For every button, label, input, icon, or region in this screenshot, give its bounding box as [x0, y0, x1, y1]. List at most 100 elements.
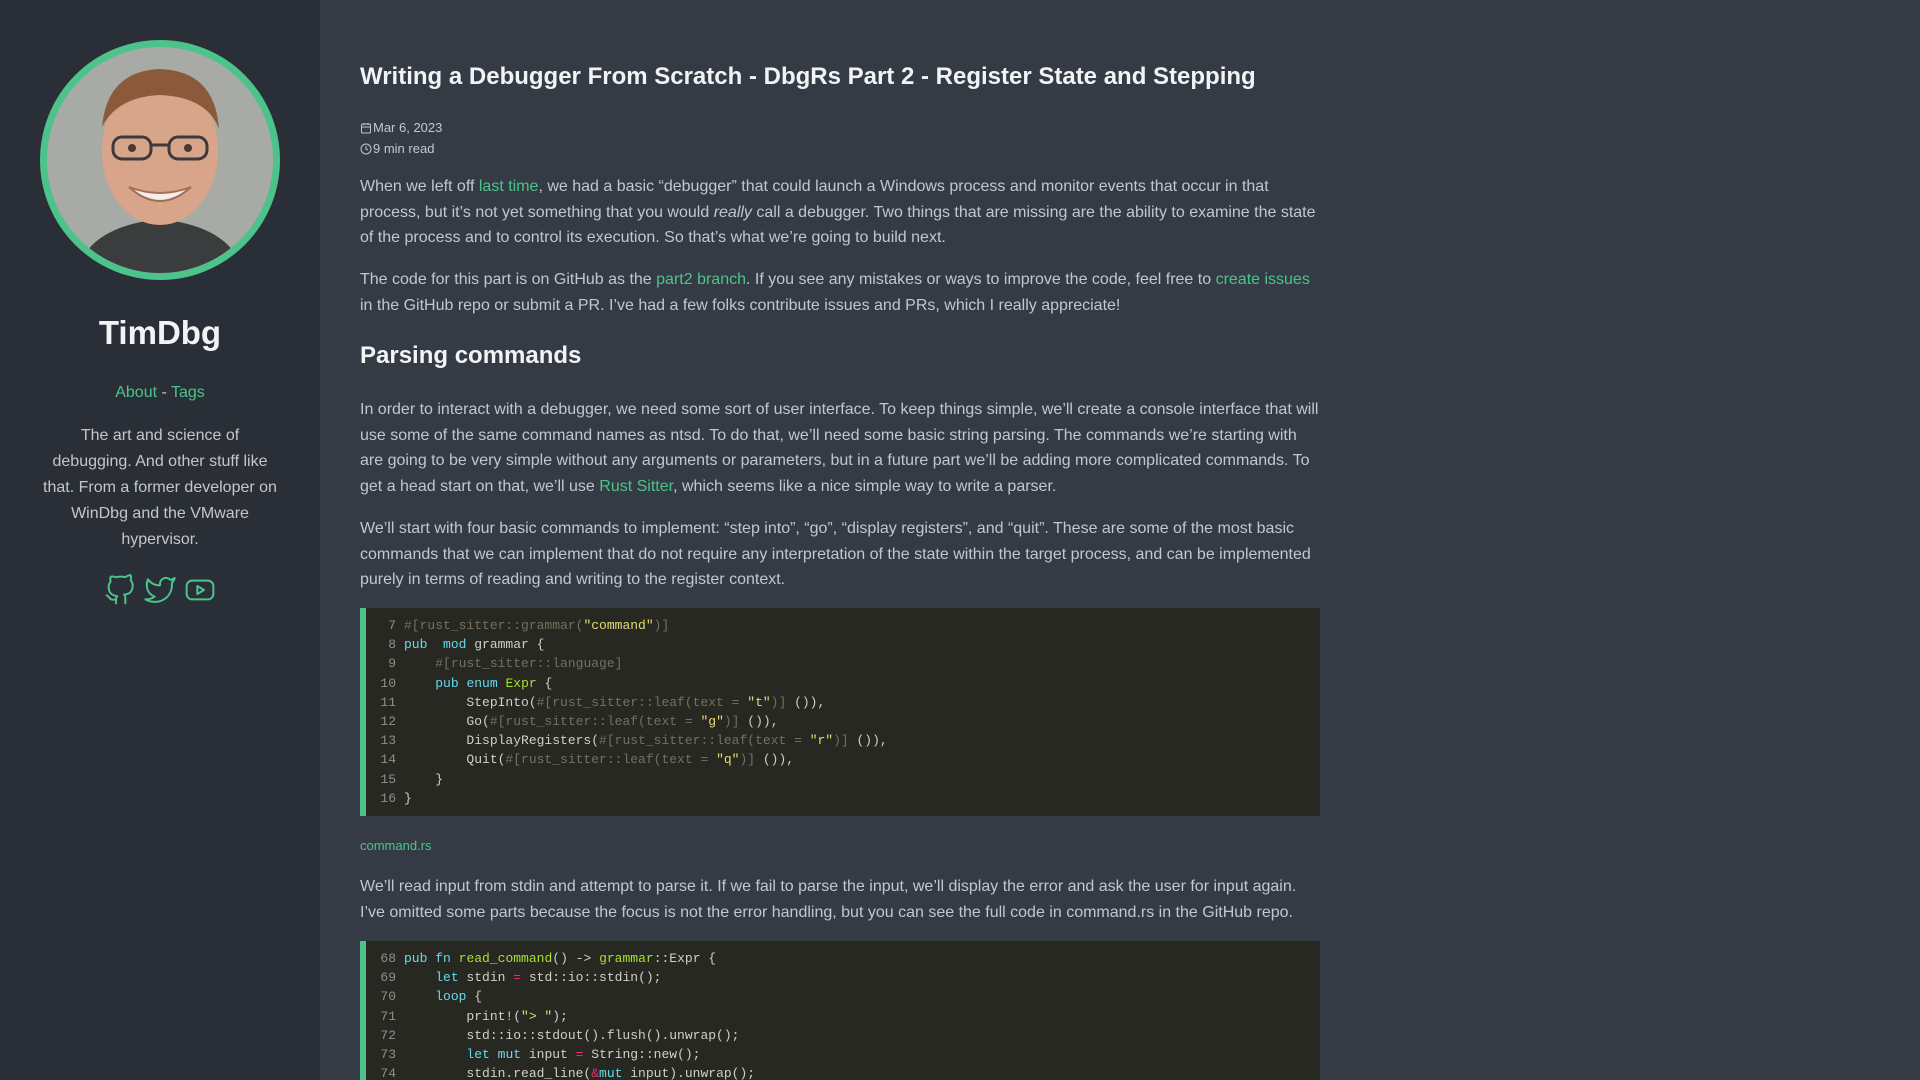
code-line: 11 StepInto(#[rust_sitter::leaf(text = "… [366, 693, 1320, 712]
code-text: pub mod grammar { [404, 635, 544, 654]
code-text: } [404, 770, 443, 789]
nav-separator: - [157, 384, 171, 401]
post-title: Writing a Debugger From Scratch - DbgRs … [360, 63, 1256, 90]
code-token: )] [739, 752, 756, 768]
github-icon[interactable] [104, 574, 136, 606]
code-token: = [513, 970, 522, 986]
code-token: { [466, 989, 483, 1005]
site-title[interactable]: TimDbg [0, 314, 320, 352]
paragraph-basic-commands: We’ll start with four basic commands to … [360, 520, 1311, 589]
code-text: let stdin = std::io::stdin(); [404, 968, 661, 987]
code-text: pub enum Expr { [404, 674, 552, 693]
nav-about-link[interactable]: About [115, 384, 157, 401]
rust-sitter-link[interactable]: Rust Sitter [599, 478, 673, 495]
code-token: grammar { [466, 637, 545, 653]
code-token: #[rust_sitter::leaf(text = [536, 694, 748, 710]
code-text: } [404, 789, 412, 808]
code-token: std::io::stdin(); [521, 970, 662, 986]
code-text: stdin.read_line(&mut input).unwrap(); [404, 1064, 755, 1080]
sidebar: TimDbg About - Tags The art and science … [0, 0, 320, 1080]
code-token: let [435, 970, 459, 986]
paragraph-code-location: The code for this part is on GitHub as t… [360, 267, 1320, 318]
code-token: } [404, 790, 412, 806]
code-token: Quit( [404, 752, 506, 768]
code-token: "command" [583, 618, 654, 633]
code-block-grammar[interactable]: 7 #[rust_sitter::grammar("command")] 8 pub … [360, 608, 1320, 817]
line-number: 8 [388, 637, 396, 653]
text: . If you see any mistakes or ways to imp… [746, 271, 1216, 288]
code-token: "r" [809, 733, 834, 749]
code-token: mod [443, 637, 467, 653]
code-token: )] [833, 733, 849, 749]
code-token: ()), [786, 694, 826, 710]
code-text: print!("> "); [404, 1007, 567, 1026]
post-date-text: Mar 6, 2023 [373, 120, 443, 135]
code-token: #[rust_sitter::language] [435, 656, 623, 672]
create-issues-link[interactable]: create issues [1216, 271, 1310, 288]
code-block-read-command[interactable]: 68 pub fn read_command() -> grammar::Expr… [360, 941, 1320, 1080]
code-line: 73 let mut input = String::new(); [366, 1045, 1320, 1064]
clock-icon [360, 143, 372, 155]
line-number: 14 [380, 752, 396, 768]
code-text: Go(#[rust_sitter::leaf(text = "g")] ()), [404, 712, 779, 731]
code-token: read_command [458, 951, 553, 966]
line-number: 10 [380, 675, 396, 691]
youtube-icon[interactable] [184, 574, 216, 606]
code-token: input [521, 1047, 576, 1063]
code-text: let mut input = String::new(); [404, 1045, 701, 1064]
code-text: StepInto(#[rust_sitter::leaf(text = "t")… [404, 693, 825, 712]
code-token: "t" [747, 694, 771, 710]
part2-branch-link[interactable]: part2 branch [656, 271, 746, 288]
code-token: #[rust_sitter::grammar( [404, 618, 584, 633]
code-text: pub fn read_command() -> grammar::Expr { [404, 949, 716, 968]
code-token: ()), [755, 752, 795, 768]
code-token: Go( [404, 714, 490, 730]
code-text: #[rust_sitter::language] [404, 654, 622, 673]
code-line: 70 loop { [366, 987, 1320, 1006]
text: The code for this part is on GitHub as t… [360, 271, 657, 288]
line-number: 71 [380, 1008, 396, 1024]
post-read-time: 9 min read [360, 141, 434, 156]
code-token: pub [404, 637, 428, 653]
code-token: mut [599, 1066, 623, 1080]
nav-tags-link[interactable]: Tags [171, 384, 205, 401]
section-heading-parsing-commands: Parsing commands [360, 342, 582, 369]
code-token: "g" [700, 714, 724, 730]
text: in the GitHub repo or submit a PR. I’ve … [360, 296, 1121, 314]
code-text: Quit(#[rust_sitter::leaf(text = "q")] ()… [404, 750, 794, 769]
calendar-icon [360, 122, 372, 134]
code-text: loop { [404, 987, 482, 1006]
code-token: } [404, 771, 444, 787]
paragraph-read-input: We’ll read input from stdin and attempt … [360, 878, 1297, 921]
emphasis-text: really [713, 203, 752, 221]
avatar[interactable] [40, 40, 280, 280]
code-text: DisplayRegisters(#[rust_sitter::leaf(tex… [404, 731, 888, 750]
last-time-link[interactable]: last time [479, 178, 539, 195]
twitter-icon[interactable] [144, 574, 176, 606]
code-token: DisplayRegisters( [404, 733, 600, 749]
text: , which seems like a nice simple way to … [673, 477, 1057, 495]
code-token: )] [653, 618, 670, 633]
code-token: pub [404, 951, 428, 966]
code-token: mut [497, 1047, 522, 1063]
code-token: ()), [739, 714, 779, 730]
line-number: 74 [380, 1066, 396, 1080]
paragraph-ui: In order to interact with a debugger, we… [360, 397, 1320, 499]
code-line: 8 pub mod grammar { [366, 635, 1320, 654]
code-token: stdin [458, 970, 514, 986]
code-token: loop [435, 989, 467, 1005]
line-number: 16 [380, 790, 396, 806]
code-token: String::new(); [583, 1047, 701, 1063]
code-line: 12 Go(#[rust_sitter::leaf(text = "g")] (… [366, 712, 1320, 731]
code-token: StepInto( [404, 694, 537, 710]
code-token: enum [466, 675, 498, 691]
code-line: 15 } [366, 770, 1320, 789]
code-caption[interactable]: command.rs [360, 838, 432, 853]
code-token: ()), [848, 733, 888, 749]
